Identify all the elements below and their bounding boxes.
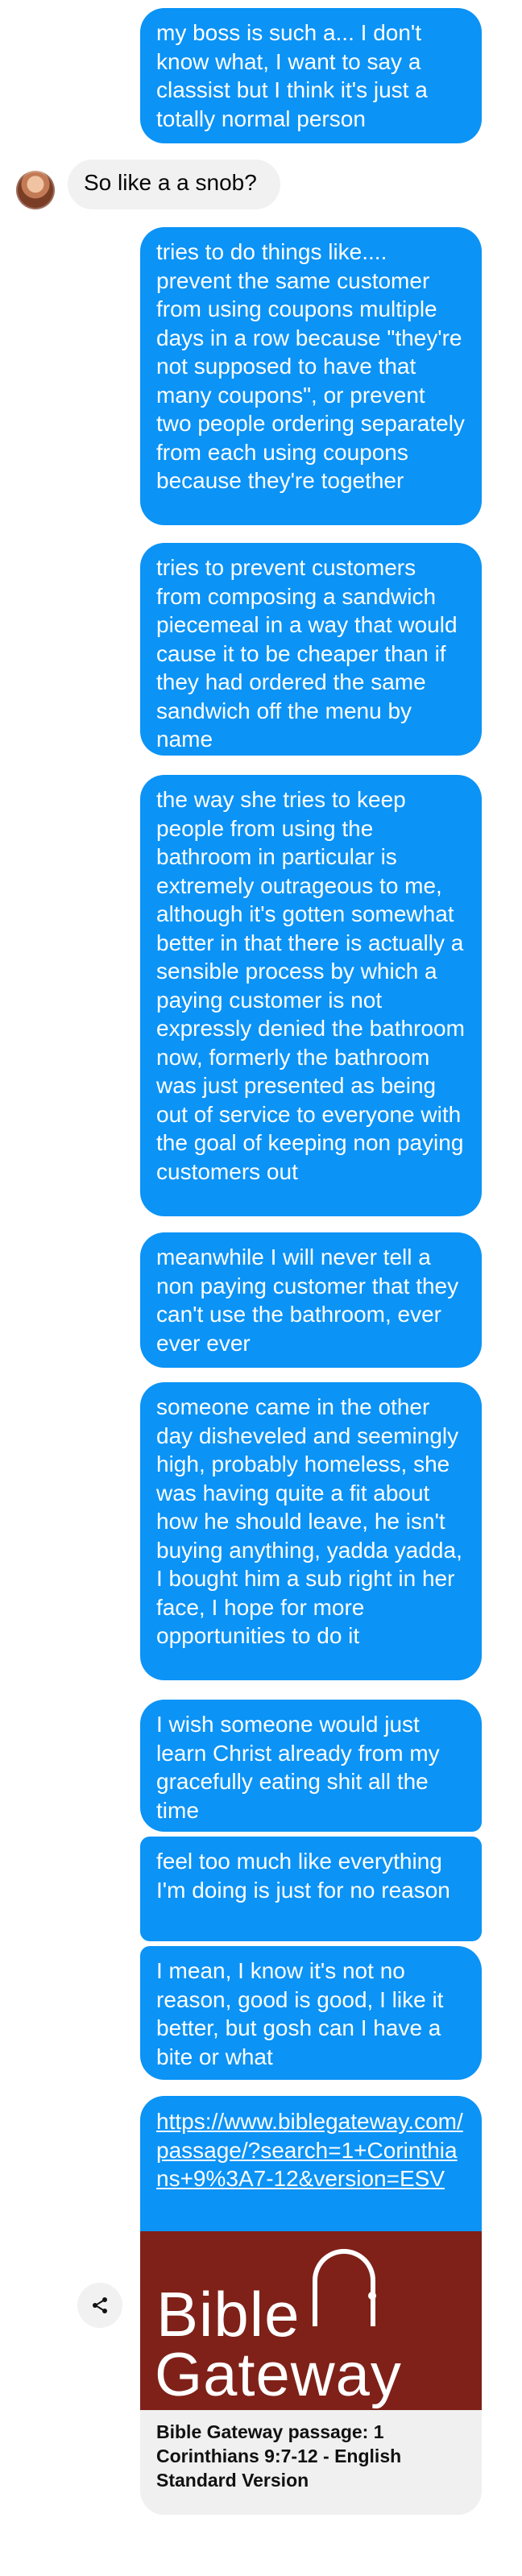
avatar[interactable] [16, 171, 55, 209]
share-icon [93, 2297, 107, 2313]
sent-message-bubble[interactable]: tries to do things like.... prevent the … [140, 227, 482, 525]
share-button[interactable] [77, 2283, 122, 2328]
sent-message-bubble[interactable]: I wish someone would just learn Christ a… [140, 1700, 482, 1832]
sent-message-bubble[interactable]: meanwhile I will never tell a non paying… [140, 1232, 482, 1368]
logo-text-bible: Bible [156, 2279, 300, 2350]
sent-message-bubble[interactable]: my boss is such a... I don't know what, … [140, 8, 482, 143]
link-preview-caption[interactable]: Bible Gateway passage: 1 Corinthians 9:7… [140, 2410, 482, 2515]
door-knob-icon [368, 2292, 376, 2300]
sent-message-bubble[interactable]: feel too much like everything I'm doing … [140, 1837, 482, 1941]
sent-message-bubble[interactable]: the way she tries to keep people from us… [140, 775, 482, 1216]
sent-message-bubble[interactable]: someone came in the other day disheveled… [140, 1382, 482, 1680]
sent-message-bubble[interactable]: tries to prevent customers from composin… [140, 543, 482, 756]
sent-message-bubble[interactable]: I mean, I know it's not no reason, good … [140, 1946, 482, 2080]
link-url[interactable]: https://www.biblegateway.com/passage/?se… [140, 2096, 482, 2231]
link-preview-card[interactable]: https://www.biblegateway.com/passage/?se… [140, 2096, 482, 2515]
bible-gateway-logo-image[interactable]: Bible Gateway [140, 2231, 482, 2410]
logo-text-gateway: Gateway [155, 2341, 402, 2409]
received-message-bubble[interactable]: So like a a snob? [68, 159, 280, 209]
door-icon [313, 2249, 375, 2326]
